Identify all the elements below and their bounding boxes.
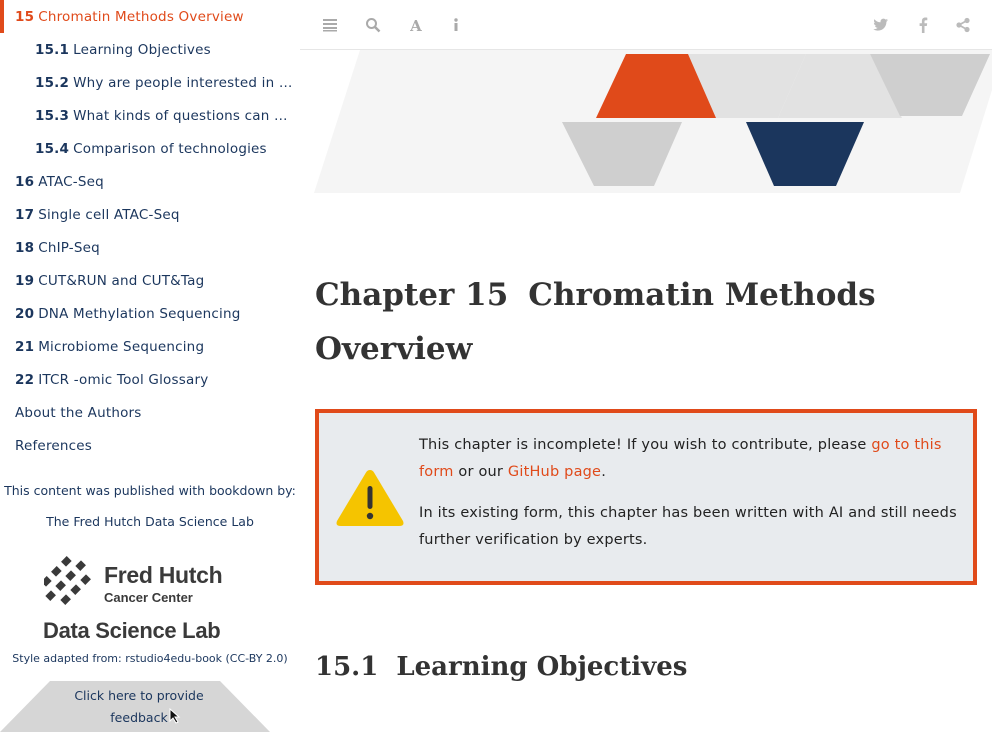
toc-item-label: ChIP-Seq xyxy=(38,239,100,256)
toc-item-label: Chromatin Methods Overview xyxy=(38,8,244,25)
info-button[interactable] xyxy=(445,14,467,36)
toc-item-number: 15.3 xyxy=(35,107,70,124)
book-toolbar: A xyxy=(300,0,992,50)
toc-item[interactable]: 20 DNA Methylation Sequencing xyxy=(0,297,300,330)
toc-item[interactable]: 22 ITCR -omic Tool Glossary xyxy=(0,363,300,396)
toc-item-number: 15.2 xyxy=(35,74,70,91)
twitter-share-button[interactable] xyxy=(870,14,892,36)
toc-item-label: About the Authors xyxy=(15,404,142,421)
toc-item-number: 15 xyxy=(15,8,35,25)
logo-lab-name: Data Science Lab xyxy=(43,618,221,643)
toc-item[interactable]: 16 ATAC-Seq xyxy=(0,165,300,198)
incomplete-chapter-callout: This chapter is incomplete! If you wish … xyxy=(315,409,977,585)
style-adapted-text: Style adapted from: rstudio4edu-book (CC… xyxy=(12,652,288,665)
chapter-title: Chapter 15 Chromatin Methods Overview xyxy=(315,268,955,376)
callout-paragraph-1: This chapter is incomplete! If you wish … xyxy=(419,432,959,486)
toc-item[interactable]: 15.2 Why are people interested in chr… xyxy=(0,66,300,99)
facebook-share-button[interactable] xyxy=(912,14,934,36)
toc-item-number: 15.1 xyxy=(35,41,70,58)
callout-text-2: or our xyxy=(453,464,508,480)
sidebar: 15 Chromatin Methods Overview 15.1 Learning… xyxy=(0,0,300,744)
chapter-label: Chapter 15 xyxy=(315,277,509,313)
toc-item-number: 22 xyxy=(15,371,35,388)
toc-item-label: Why are people interested in chr… xyxy=(73,74,294,91)
font-icon: A xyxy=(409,17,422,33)
fred-hutch-logo[interactable]: Fred Hutch Cancer Center Data Science La… xyxy=(40,554,250,644)
toc-item[interactable]: 18 ChIP-Seq xyxy=(0,231,300,264)
toc-item[interactable]: 15 Chromatin Methods Overview xyxy=(0,0,300,33)
toc-item-number: 16 xyxy=(15,173,35,190)
toc-item-label: Microbiome Sequencing xyxy=(38,338,205,355)
toc-item-number: 20 xyxy=(15,305,35,322)
share-icon xyxy=(956,17,970,33)
logo-name: Fred Hutch xyxy=(104,562,223,588)
facebook-icon xyxy=(919,17,928,33)
section-title: 15.1 Learning Objectives xyxy=(315,652,687,682)
toc-item[interactable]: 15.1 Learning Objectives xyxy=(0,33,300,66)
search-icon xyxy=(366,18,381,33)
callout-paragraph-2: In its existing form, this chapter has b… xyxy=(419,505,957,548)
feedback-button[interactable]: Click here to provide feedback xyxy=(0,681,270,732)
toc-item[interactable]: 19 CUT&RUN and CUT&Tag xyxy=(0,264,300,297)
toc-item-label: CUT&RUN and CUT&Tag xyxy=(38,272,205,289)
toc-item-number: 17 xyxy=(15,206,35,223)
toc-item-label: Single cell ATAC-Seq xyxy=(38,206,180,223)
published-with-text: This content was published with bookdown… xyxy=(4,483,296,498)
toc-item[interactable]: 21 Microbiome Sequencing xyxy=(0,330,300,363)
toc-item[interactable]: References xyxy=(0,429,300,462)
toc-item-label: Comparison of technologies xyxy=(73,140,267,157)
search-button[interactable] xyxy=(362,14,384,36)
toc-item-number: 21 xyxy=(15,338,35,355)
mouse-cursor-icon xyxy=(169,708,181,724)
toc-item-label: References xyxy=(15,437,93,454)
toc-item-label: Learning Objectives xyxy=(73,41,211,58)
toc-item-label: DNA Methylation Sequencing xyxy=(38,305,241,322)
menu-button[interactable] xyxy=(319,14,341,36)
callout-text-3: . xyxy=(601,464,606,480)
toc-item-number: 18 xyxy=(15,239,35,256)
toc-item-number: 19 xyxy=(15,272,35,289)
logo-subtitle: Cancer Center xyxy=(104,590,193,605)
twitter-icon xyxy=(873,18,888,31)
section-number: 15.1 xyxy=(315,652,379,682)
warning-icon xyxy=(336,470,404,526)
share-button[interactable] xyxy=(952,14,974,36)
callout-text-1: This chapter is incomplete! If you wish … xyxy=(419,437,872,453)
toc-item-number: 15.4 xyxy=(35,140,70,157)
toc-item-label: ATAC-Seq xyxy=(38,173,104,190)
section-title-text: Learning Objectives xyxy=(396,652,688,682)
toc-item[interactable]: 17 Single cell ATAC-Seq xyxy=(0,198,300,231)
decorative-banner xyxy=(314,50,992,193)
toc-item[interactable]: 15.3 What kinds of questions can chr… xyxy=(0,99,300,132)
toc-item-label: What kinds of questions can chr… xyxy=(73,107,294,124)
github-link[interactable]: GitHub page xyxy=(508,464,601,480)
toc-item[interactable]: 15.4 Comparison of technologies xyxy=(0,132,300,165)
svg-text:A: A xyxy=(409,17,422,33)
toc-item[interactable]: About the Authors xyxy=(0,396,300,429)
publisher-link[interactable]: The Fred Hutch Data Science Lab xyxy=(0,514,300,529)
menu-icon xyxy=(323,19,337,32)
feedback-label: Click here to provide feedback xyxy=(74,688,204,725)
info-icon xyxy=(454,18,458,31)
font-settings-button[interactable]: A xyxy=(405,14,427,36)
fred-hutch-mark-icon xyxy=(44,556,91,605)
toc-item-label: ITCR -omic Tool Glossary xyxy=(38,371,209,388)
